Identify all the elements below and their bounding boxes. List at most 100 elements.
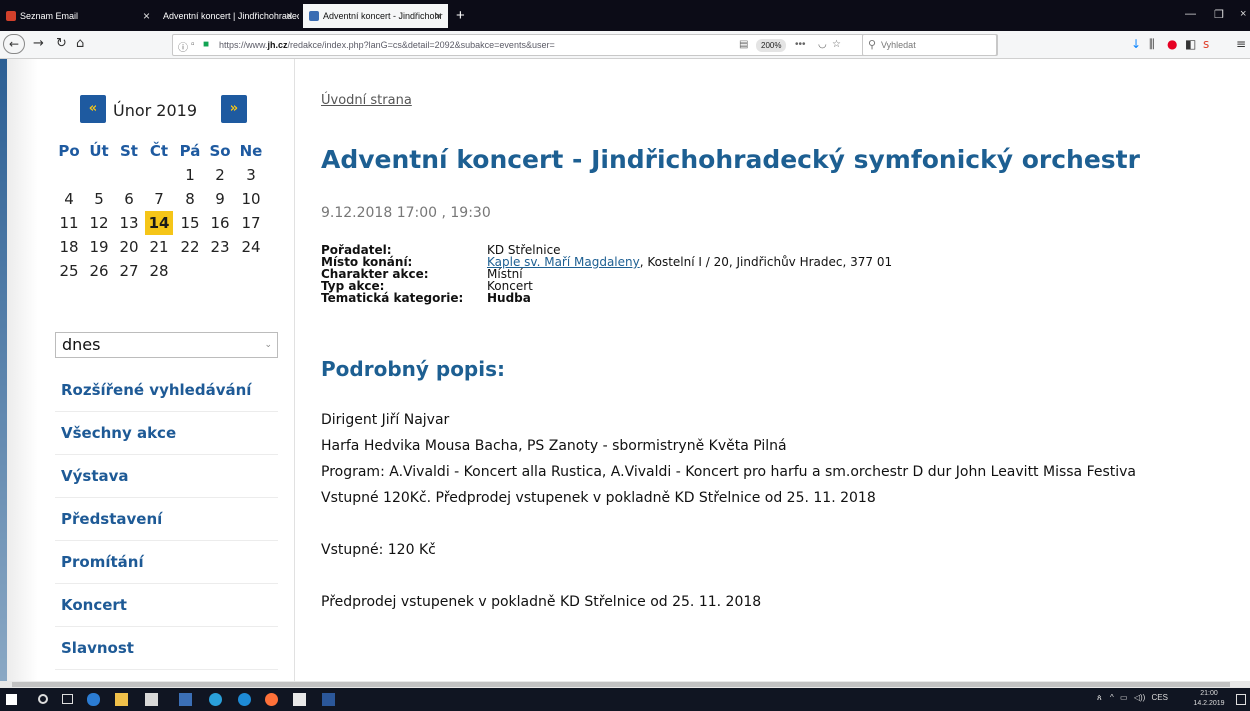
- calendar-day[interactable]: 5: [85, 187, 113, 211]
- calendar-day[interactable]: 22: [176, 235, 204, 259]
- calendar-day[interactable]: 1: [176, 163, 204, 187]
- calendar-day[interactable]: 6: [115, 187, 143, 211]
- calendar-day[interactable]: 13: [115, 211, 143, 235]
- notifications-icon[interactable]: [1236, 694, 1246, 705]
- calendar-day[interactable]: 2: [206, 163, 234, 187]
- chevron-up-icon[interactable]: ^: [1110, 693, 1114, 702]
- calendar-day[interactable]: 9: [206, 187, 234, 211]
- calendar-day[interactable]: 26: [85, 259, 113, 283]
- extension-icon[interactable]: s: [1203, 37, 1209, 51]
- search-input[interactable]: ⚲ Vyhledat: [862, 34, 997, 56]
- menu-item-all-events[interactable]: Všechny akce: [55, 412, 278, 455]
- calendar-day[interactable]: 8: [176, 187, 204, 211]
- calendar-day[interactable]: 7: [145, 187, 173, 211]
- store-icon[interactable]: [145, 693, 158, 706]
- new-tab-icon[interactable]: +: [456, 7, 465, 24]
- tab-adventni-koncert-1[interactable]: Adventní koncert | Jindřichohradec ×: [157, 4, 299, 28]
- task-view-icon[interactable]: [62, 694, 73, 704]
- menu-item-festival[interactable]: Slavnost: [55, 627, 278, 670]
- windows-start-icon[interactable]: [6, 694, 17, 705]
- calendar-day[interactable]: 4: [55, 187, 83, 211]
- firefox-icon[interactable]: [265, 693, 278, 706]
- calendar-day[interactable]: 10: [237, 187, 265, 211]
- minimize-icon[interactable]: —: [1185, 8, 1196, 20]
- menu-item-screening[interactable]: Promítání: [55, 541, 278, 584]
- calendar-day[interactable]: 24: [237, 235, 265, 259]
- menu-item-concert[interactable]: Koncert: [55, 584, 278, 627]
- calendar-day[interactable]: 27: [115, 259, 143, 283]
- description-line: Dirigent Jiří Najvar: [321, 412, 450, 428]
- people-icon[interactable]: ጰ: [1097, 693, 1102, 702]
- tab-adventni-koncert-active[interactable]: Adventní koncert - Jindřichohr ×: [303, 4, 448, 28]
- forward-arrow-icon[interactable]: →: [33, 36, 44, 51]
- info-icon[interactable]: ⓘ: [178, 39, 188, 54]
- pocket-icon[interactable]: ◡: [818, 39, 827, 50]
- download-icon[interactable]: ↓: [1131, 37, 1141, 51]
- home-icon[interactable]: ⌂: [76, 36, 84, 51]
- pinterest-icon[interactable]: ●: [1167, 37, 1177, 51]
- file-explorer-icon[interactable]: [115, 693, 128, 706]
- calendar-day-today[interactable]: 14: [145, 211, 173, 235]
- calendar-next-button[interactable]: »: [221, 95, 247, 123]
- page-title: Adventní koncert - Jindřichohradecký sym…: [321, 145, 1140, 174]
- calendar-day[interactable]: 28: [145, 259, 173, 283]
- volume-icon[interactable]: ◁)): [1134, 693, 1145, 702]
- close-tab-icon[interactable]: ×: [435, 9, 442, 23]
- edge-browser-icon[interactable]: [87, 693, 100, 706]
- tab-label: Adventní koncert - Jindřichohr: [323, 11, 443, 21]
- calendar-prev-button[interactable]: «: [80, 95, 106, 123]
- weekday-label: Čt: [149, 142, 169, 160]
- calendar-day[interactable]: 21: [145, 235, 173, 259]
- calendar-day[interactable]: 20: [115, 235, 143, 259]
- word-icon[interactable]: [322, 693, 335, 706]
- calendar-day[interactable]: 11: [55, 211, 83, 235]
- back-arrow-icon[interactable]: ←: [3, 34, 25, 54]
- horizontal-scrollbar[interactable]: [0, 681, 1250, 688]
- permissions-icon[interactable]: ▫: [191, 39, 195, 50]
- search-icon[interactable]: [38, 694, 48, 704]
- calendar-day[interactable]: 17: [237, 211, 265, 235]
- calendar-day[interactable]: 12: [85, 211, 113, 235]
- calendar-day[interactable]: 19: [85, 235, 113, 259]
- app-icon[interactable]: [179, 693, 192, 706]
- tab-seznam-email[interactable]: Seznam Email ×: [0, 4, 156, 28]
- network-icon[interactable]: ▭: [1120, 693, 1128, 702]
- menu-item-exhibition[interactable]: Výstava: [55, 455, 278, 498]
- menu-item-advanced-search[interactable]: Rozšířené vyhledávání: [55, 369, 278, 412]
- menu-icon[interactable]: ≡: [1236, 37, 1246, 51]
- library-icon[interactable]: ⫼: [1149, 37, 1155, 52]
- calendar-day[interactable]: 18: [55, 235, 83, 259]
- calendar-week-row: 18 19 20 21 22 23 24: [55, 235, 275, 259]
- close-window-icon[interactable]: ×: [1240, 8, 1246, 20]
- mail-icon[interactable]: [293, 693, 306, 706]
- chevron-down-icon: ⌄: [264, 340, 272, 350]
- calendar-day[interactable]: 15: [176, 211, 204, 235]
- page-actions-icon[interactable]: •••: [795, 39, 806, 50]
- reader-view-icon[interactable]: ▤: [739, 39, 748, 50]
- zoom-level-badge[interactable]: 200%: [756, 39, 787, 52]
- url-text[interactable]: https://www.jh.cz/redakce/index.php?lanG…: [219, 40, 555, 50]
- scrollbar-thumb[interactable]: [12, 682, 1230, 687]
- search-icon: ⚲: [868, 39, 877, 51]
- taskbar-clock[interactable]: 21:00 14.2.2019: [1192, 689, 1226, 709]
- bookmark-star-icon[interactable]: ☆: [832, 39, 841, 50]
- close-tab-icon[interactable]: ×: [286, 9, 293, 23]
- restore-icon[interactable]: ❐: [1214, 8, 1224, 21]
- sidebar-toggle-icon[interactable]: ◧: [1185, 37, 1196, 51]
- date-range-select[interactable]: dnes ⌄: [55, 332, 278, 358]
- weekday-label: So: [209, 142, 231, 160]
- reload-icon[interactable]: ↻: [56, 36, 67, 51]
- calendar-day[interactable]: 23: [206, 235, 234, 259]
- menu-item-performance[interactable]: Představení: [55, 498, 278, 541]
- breadcrumb-home-link[interactable]: Úvodní strana: [321, 93, 412, 108]
- description-line: Program: A.Vivaldi - Koncert alla Rustic…: [321, 464, 1137, 480]
- calendar-day[interactable]: 3: [237, 163, 265, 187]
- calendar-day[interactable]: 16: [206, 211, 234, 235]
- internet-explorer-icon[interactable]: [238, 693, 251, 706]
- calendar-day[interactable]: 25: [55, 259, 83, 283]
- close-tab-icon[interactable]: ×: [143, 9, 150, 23]
- app-icon[interactable]: [209, 693, 222, 706]
- language-indicator[interactable]: CES: [1152, 693, 1168, 702]
